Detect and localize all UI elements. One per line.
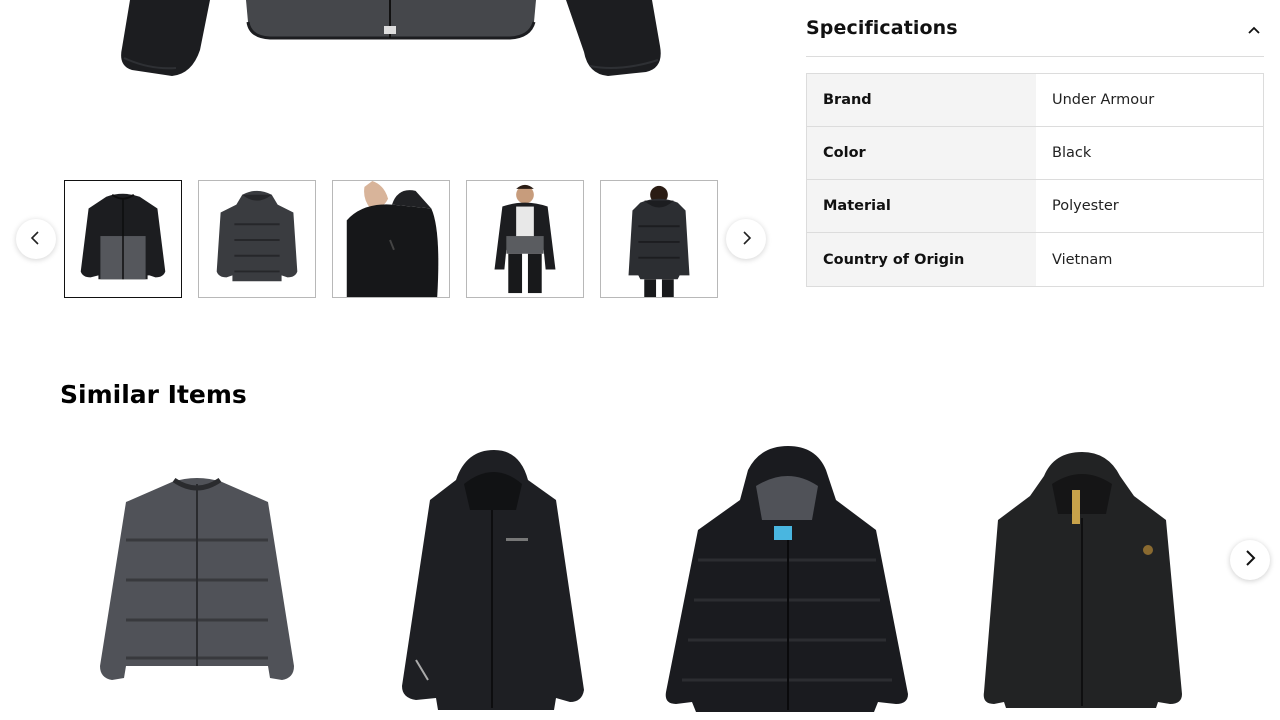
thumbnail-prev-button[interactable] (16, 219, 56, 259)
spec-value: Polyester (1052, 198, 1119, 214)
similar-item-card-4[interactable] (948, 440, 1218, 720)
spec-label: Material (807, 180, 1036, 232)
similar-items-next-button[interactable] (1230, 540, 1270, 580)
similar-item-image-2 (402, 450, 584, 710)
thumbnail-carousel (16, 180, 768, 298)
thumbnail-model-side[interactable] (332, 180, 450, 298)
similar-item-image-1 (100, 477, 294, 680)
spec-row-country-of-origin: Country of Origin Vietnam (807, 233, 1263, 286)
chevron-up-icon (1248, 19, 1260, 38)
similar-item-card-3[interactable] (652, 440, 922, 720)
spec-value: Black (1052, 145, 1092, 161)
specifications-table: Brand Under Armour Color Black Material … (806, 73, 1264, 287)
spec-label: Brand (807, 74, 1036, 126)
spec-value: Vietnam (1052, 251, 1113, 268)
spec-label: Country of Origin (807, 233, 1036, 286)
spec-row-brand: Brand Under Armour (807, 74, 1263, 127)
spec-label: Color (807, 127, 1036, 179)
similar-item-card-1[interactable] (62, 440, 332, 720)
chevron-right-icon (1242, 549, 1258, 571)
similar-items-title: Similar Items (60, 380, 247, 409)
spec-row-color: Color Black (807, 127, 1263, 180)
thumbnail-jacket-front[interactable] (64, 180, 182, 298)
thumbnail-model-back[interactable] (600, 180, 718, 298)
specifications-panel: Specifications Brand Under Armour Color … (806, 0, 1264, 287)
thumbnail-model-front[interactable] (466, 180, 584, 298)
chevron-right-icon (739, 230, 753, 249)
similar-item-image-4 (983, 452, 1182, 708)
specifications-title: Specifications (806, 17, 958, 39)
thumbnail-next-button[interactable] (726, 219, 766, 259)
specifications-toggle[interactable]: Specifications (806, 0, 1264, 57)
spec-value: Under Armour (1052, 92, 1155, 108)
chevron-left-icon (29, 230, 43, 249)
similar-item-card-2[interactable] (356, 440, 626, 720)
main-product-image[interactable] (60, 0, 740, 160)
similar-item-image-3 (665, 446, 908, 712)
spec-row-material: Material Polyester (807, 180, 1263, 233)
thumbnail-jacket-back[interactable] (198, 180, 316, 298)
